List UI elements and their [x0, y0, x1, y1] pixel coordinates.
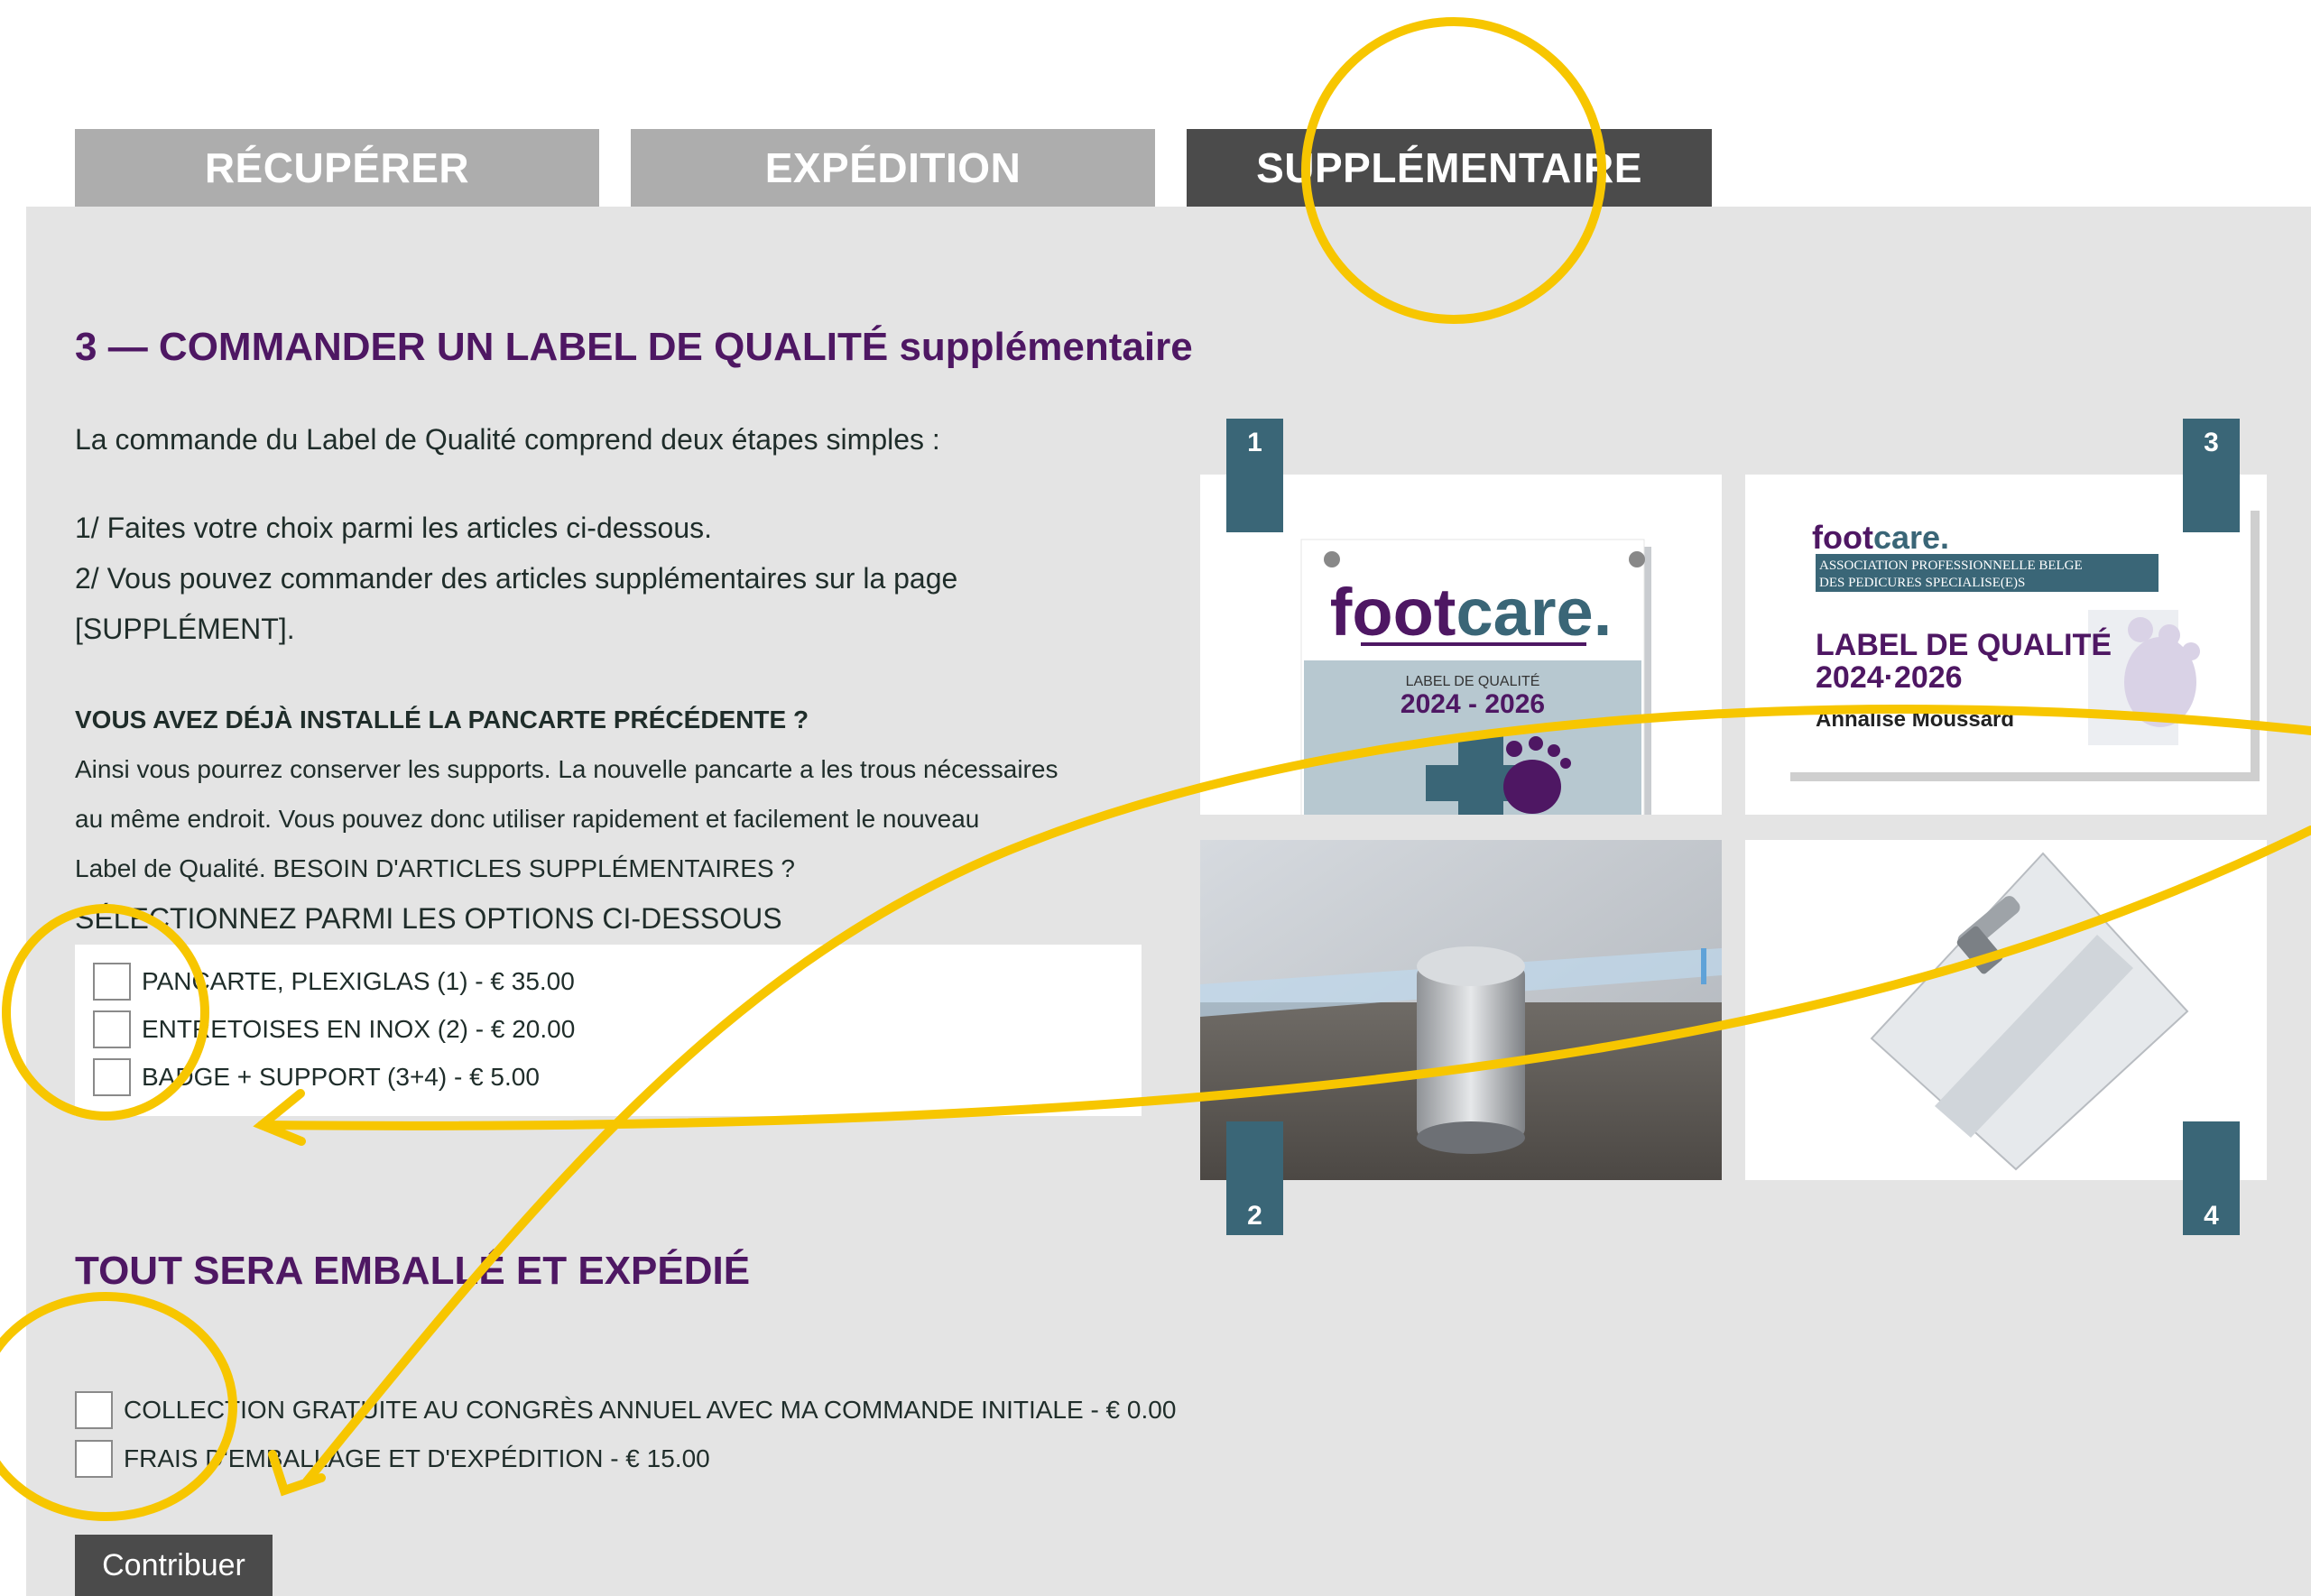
option-pancarte[interactable]: PANCARTE, PLEXIGLAS (1) - € 35.00	[93, 963, 575, 1001]
step-1-text: 1/ Faites votre choix parmi les articles…	[75, 512, 713, 544]
plaque-brand-foot: foot	[1330, 575, 1456, 650]
badge-holder-name: Annalise Moussard	[1816, 707, 2014, 732]
tab-recuperer[interactable]: RÉCUPÉRER	[75, 129, 599, 207]
info-paragraph-line2: au même endroit. Vous pouvez donc utilis…	[75, 805, 980, 833]
step-2-text-line1: 2/ Vous pouvez commander des articles su…	[75, 562, 958, 595]
step-2-text-line2: [SUPPLÉMENT].	[75, 613, 295, 645]
badge-assoc-line1: ASSOCIATION PROFESSIONNELLE BELGE	[1819, 558, 2083, 573]
tab-recuperer-label: RÉCUPÉRER	[204, 144, 470, 191]
option-badge[interactable]: BADGE + SUPPORT (3+4) - € 5.00	[93, 1058, 540, 1096]
option-free-collection[interactable]: COLLECTION GRATUITE AU CONGRÈS ANNUEL AV…	[75, 1391, 1176, 1429]
badge-assoc-line2: DES PEDICURES SPECIALISE(E)S	[1819, 576, 2025, 590]
checkbox-free-collection[interactable]	[75, 1391, 113, 1429]
info-paragraph-line3: Label de Qualité. BESOIN D'ARTICLES SUPP…	[75, 854, 795, 882]
checkbox-pancarte[interactable]	[93, 963, 131, 1001]
option-shipping-fee[interactable]: FRAIS D'EMBALLAGE ET D'EXPÉDITION - € 15…	[75, 1440, 710, 1478]
badge-brand-care: care.	[1873, 519, 1949, 556]
image-number-3: 3	[2183, 419, 2240, 532]
info-paragraph-line1: Ainsi vous pourrez conserver les support…	[75, 755, 1058, 783]
tab-supplementaire[interactable]: SUPPLÉMENTAIRE	[1187, 129, 1712, 207]
submit-button[interactable]: Contribuer	[75, 1535, 273, 1596]
image-number-2: 2	[1226, 1121, 1283, 1235]
plaque-brand-dot: .	[1594, 575, 1613, 650]
option-free-collection-label: COLLECTION GRATUITE AU CONGRÈS ANNUEL AV…	[124, 1396, 1177, 1424]
question-heading: VOUS AVEZ DÉJÀ INSTALLÉ LA PANCARTE PRÉC…	[75, 706, 809, 733]
image-number-4: 4	[2183, 1121, 2240, 1235]
checkbox-entretoises[interactable]	[93, 1010, 131, 1048]
badge-years: 2024·2026	[1816, 660, 1963, 695]
checkbox-shipping-fee[interactable]	[75, 1440, 113, 1478]
heading-suffix: supplémentaire	[899, 325, 1193, 369]
option-entretoises[interactable]: ENTRETOISES EN INOX (2) - € 20.00	[93, 1010, 575, 1048]
option-entretoises-label: ENTRETOISES EN INOX (2) - € 20.00	[142, 1015, 576, 1043]
section-heading-shipping: TOUT SERA EMBALLÉ ET EXPÉDIÉ	[75, 1249, 751, 1293]
tab-expedition[interactable]: EXPÉDITION	[631, 129, 1155, 207]
tab-expedition-label: EXPÉDITION	[764, 144, 1021, 191]
badge-brand-foot: foot	[1812, 519, 1873, 556]
tab-supplementaire-label: SUPPLÉMENTAIRE	[1256, 144, 1642, 191]
image-number-1: 1	[1226, 419, 1283, 532]
option-pancarte-label: PANCARTE, PLEXIGLAS (1) - € 35.00	[142, 967, 575, 995]
section-heading-order-label: 3 — COMMANDER UN LABEL DE QUALITÉ supplé…	[75, 325, 1193, 370]
option-shipping-fee-label: FRAIS D'EMBALLAGE ET D'EXPÉDITION - € 15…	[124, 1444, 710, 1472]
option-badge-label: BADGE + SUPPORT (3+4) - € 5.00	[142, 1063, 540, 1091]
plaque-brand-care: care	[1456, 575, 1593, 650]
svg-text:footcare.: footcare.	[1330, 575, 1613, 650]
intro-text: La commande du Label de Qualité comprend…	[75, 423, 940, 456]
plaque-label-text: LABEL DE QUALITÉ	[1406, 672, 1540, 689]
svg-text:footcare.: footcare.	[1812, 519, 1949, 556]
plaque-years: 2024 - 2026	[1400, 689, 1545, 719]
checkbox-badge[interactable]	[93, 1058, 131, 1096]
select-prompt: SÉLECTIONNEZ PARMI LES OPTIONS CI-DESSOU…	[75, 902, 782, 935]
options-box: PANCARTE, PLEXIGLAS (1) - € 35.00 ENTRET…	[75, 945, 1142, 1116]
heading-main: 3 — COMMANDER UN LABEL DE QUALITÉ	[75, 325, 889, 369]
badge-label-text: LABEL DE QUALITÉ	[1816, 628, 2112, 662]
